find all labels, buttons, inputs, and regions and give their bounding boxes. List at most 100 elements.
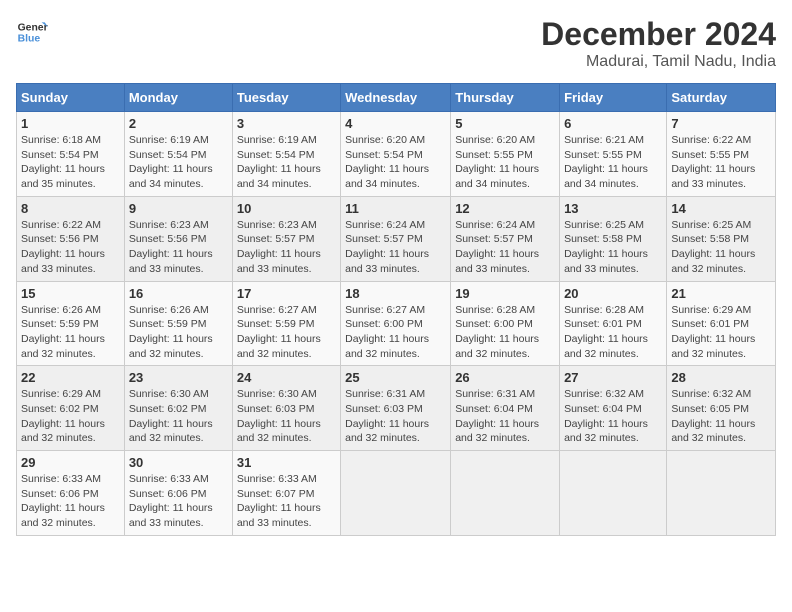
day-cell: 3 Sunrise: 6:19 AM Sunset: 5:54 PM Dayli… bbox=[232, 112, 340, 197]
svg-text:Blue: Blue bbox=[18, 34, 41, 45]
day-number: 3 bbox=[237, 116, 336, 131]
day-cell: 13 Sunrise: 6:25 AM Sunset: 5:58 PM Dayl… bbox=[560, 196, 667, 281]
day-number: 13 bbox=[564, 201, 662, 216]
day-cell: 6 Sunrise: 6:21 AM Sunset: 5:55 PM Dayli… bbox=[560, 112, 667, 197]
day-cell: 26 Sunrise: 6:31 AM Sunset: 6:04 PM Dayl… bbox=[451, 366, 560, 451]
week-row: 22 Sunrise: 6:29 AM Sunset: 6:02 PM Dayl… bbox=[17, 366, 776, 451]
week-row: 8 Sunrise: 6:22 AM Sunset: 5:56 PM Dayli… bbox=[17, 196, 776, 281]
svg-text:General: General bbox=[18, 22, 48, 33]
day-info: Sunrise: 6:18 AM Sunset: 5:54 PM Dayligh… bbox=[21, 134, 105, 190]
day-info: Sunrise: 6:32 AM Sunset: 6:04 PM Dayligh… bbox=[564, 388, 648, 444]
day-info: Sunrise: 6:31 AM Sunset: 6:04 PM Dayligh… bbox=[455, 388, 539, 444]
day-info: Sunrise: 6:19 AM Sunset: 5:54 PM Dayligh… bbox=[237, 134, 321, 190]
day-cell: 4 Sunrise: 6:20 AM Sunset: 5:54 PM Dayli… bbox=[341, 112, 451, 197]
day-cell bbox=[560, 451, 667, 536]
week-row: 15 Sunrise: 6:26 AM Sunset: 5:59 PM Dayl… bbox=[17, 281, 776, 366]
day-cell bbox=[667, 451, 776, 536]
day-cell: 10 Sunrise: 6:23 AM Sunset: 5:57 PM Dayl… bbox=[232, 196, 340, 281]
day-number: 29 bbox=[21, 455, 120, 470]
day-cell: 11 Sunrise: 6:24 AM Sunset: 5:57 PM Dayl… bbox=[341, 196, 451, 281]
day-number: 15 bbox=[21, 286, 120, 301]
day-info: Sunrise: 6:21 AM Sunset: 5:55 PM Dayligh… bbox=[564, 134, 648, 190]
day-cell: 29 Sunrise: 6:33 AM Sunset: 6:06 PM Dayl… bbox=[17, 451, 125, 536]
day-number: 14 bbox=[671, 201, 771, 216]
day-info: Sunrise: 6:24 AM Sunset: 5:57 PM Dayligh… bbox=[345, 219, 429, 275]
day-info: Sunrise: 6:25 AM Sunset: 5:58 PM Dayligh… bbox=[671, 219, 755, 275]
day-number: 27 bbox=[564, 370, 662, 385]
day-info: Sunrise: 6:23 AM Sunset: 5:56 PM Dayligh… bbox=[129, 219, 213, 275]
day-info: Sunrise: 6:26 AM Sunset: 5:59 PM Dayligh… bbox=[21, 304, 105, 360]
day-info: Sunrise: 6:20 AM Sunset: 5:54 PM Dayligh… bbox=[345, 134, 429, 190]
day-number: 28 bbox=[671, 370, 771, 385]
day-info: Sunrise: 6:28 AM Sunset: 6:01 PM Dayligh… bbox=[564, 304, 648, 360]
day-cell: 16 Sunrise: 6:26 AM Sunset: 5:59 PM Dayl… bbox=[124, 281, 232, 366]
day-info: Sunrise: 6:33 AM Sunset: 6:06 PM Dayligh… bbox=[21, 473, 105, 529]
day-number: 6 bbox=[564, 116, 662, 131]
day-info: Sunrise: 6:26 AM Sunset: 5:59 PM Dayligh… bbox=[129, 304, 213, 360]
week-row: 1 Sunrise: 6:18 AM Sunset: 5:54 PM Dayli… bbox=[17, 112, 776, 197]
day-cell: 20 Sunrise: 6:28 AM Sunset: 6:01 PM Dayl… bbox=[560, 281, 667, 366]
day-number: 17 bbox=[237, 286, 336, 301]
day-info: Sunrise: 6:30 AM Sunset: 6:03 PM Dayligh… bbox=[237, 388, 321, 444]
day-info: Sunrise: 6:20 AM Sunset: 5:55 PM Dayligh… bbox=[455, 134, 539, 190]
day-info: Sunrise: 6:22 AM Sunset: 5:55 PM Dayligh… bbox=[671, 134, 755, 190]
day-number: 25 bbox=[345, 370, 446, 385]
logo: General Blue bbox=[16, 16, 48, 48]
col-wednesday: Wednesday bbox=[341, 84, 451, 112]
day-cell: 22 Sunrise: 6:29 AM Sunset: 6:02 PM Dayl… bbox=[17, 366, 125, 451]
day-number: 7 bbox=[671, 116, 771, 131]
header: General Blue December 2024 Madurai, Tami… bbox=[16, 16, 776, 71]
day-info: Sunrise: 6:33 AM Sunset: 6:07 PM Dayligh… bbox=[237, 473, 321, 529]
day-cell bbox=[341, 451, 451, 536]
day-info: Sunrise: 6:27 AM Sunset: 5:59 PM Dayligh… bbox=[237, 304, 321, 360]
day-cell: 1 Sunrise: 6:18 AM Sunset: 5:54 PM Dayli… bbox=[17, 112, 125, 197]
day-info: Sunrise: 6:30 AM Sunset: 6:02 PM Dayligh… bbox=[129, 388, 213, 444]
header-row: Sunday Monday Tuesday Wednesday Thursday… bbox=[17, 84, 776, 112]
day-cell: 23 Sunrise: 6:30 AM Sunset: 6:02 PM Dayl… bbox=[124, 366, 232, 451]
col-tuesday: Tuesday bbox=[232, 84, 340, 112]
day-cell: 17 Sunrise: 6:27 AM Sunset: 5:59 PM Dayl… bbox=[232, 281, 340, 366]
day-number: 2 bbox=[129, 116, 228, 131]
day-cell: 2 Sunrise: 6:19 AM Sunset: 5:54 PM Dayli… bbox=[124, 112, 232, 197]
day-cell: 12 Sunrise: 6:24 AM Sunset: 5:57 PM Dayl… bbox=[451, 196, 560, 281]
day-info: Sunrise: 6:29 AM Sunset: 6:02 PM Dayligh… bbox=[21, 388, 105, 444]
col-thursday: Thursday bbox=[451, 84, 560, 112]
calendar-table: Sunday Monday Tuesday Wednesday Thursday… bbox=[16, 83, 776, 536]
day-cell: 25 Sunrise: 6:31 AM Sunset: 6:03 PM Dayl… bbox=[341, 366, 451, 451]
col-sunday: Sunday bbox=[17, 84, 125, 112]
day-cell: 30 Sunrise: 6:33 AM Sunset: 6:06 PM Dayl… bbox=[124, 451, 232, 536]
day-cell: 14 Sunrise: 6:25 AM Sunset: 5:58 PM Dayl… bbox=[667, 196, 776, 281]
day-number: 1 bbox=[21, 116, 120, 131]
day-info: Sunrise: 6:31 AM Sunset: 6:03 PM Dayligh… bbox=[345, 388, 429, 444]
col-monday: Monday bbox=[124, 84, 232, 112]
day-cell: 27 Sunrise: 6:32 AM Sunset: 6:04 PM Dayl… bbox=[560, 366, 667, 451]
day-number: 11 bbox=[345, 201, 446, 216]
day-info: Sunrise: 6:25 AM Sunset: 5:58 PM Dayligh… bbox=[564, 219, 648, 275]
month-title: December 2024 bbox=[541, 16, 776, 53]
day-number: 22 bbox=[21, 370, 120, 385]
day-info: Sunrise: 6:22 AM Sunset: 5:56 PM Dayligh… bbox=[21, 219, 105, 275]
day-info: Sunrise: 6:23 AM Sunset: 5:57 PM Dayligh… bbox=[237, 219, 321, 275]
day-cell: 9 Sunrise: 6:23 AM Sunset: 5:56 PM Dayli… bbox=[124, 196, 232, 281]
col-saturday: Saturday bbox=[667, 84, 776, 112]
col-friday: Friday bbox=[560, 84, 667, 112]
day-cell: 19 Sunrise: 6:28 AM Sunset: 6:00 PM Dayl… bbox=[451, 281, 560, 366]
day-number: 8 bbox=[21, 201, 120, 216]
day-cell: 18 Sunrise: 6:27 AM Sunset: 6:00 PM Dayl… bbox=[341, 281, 451, 366]
day-info: Sunrise: 6:32 AM Sunset: 6:05 PM Dayligh… bbox=[671, 388, 755, 444]
day-number: 10 bbox=[237, 201, 336, 216]
day-cell bbox=[451, 451, 560, 536]
day-cell: 15 Sunrise: 6:26 AM Sunset: 5:59 PM Dayl… bbox=[17, 281, 125, 366]
day-number: 21 bbox=[671, 286, 771, 301]
day-info: Sunrise: 6:24 AM Sunset: 5:57 PM Dayligh… bbox=[455, 219, 539, 275]
day-number: 23 bbox=[129, 370, 228, 385]
day-cell: 28 Sunrise: 6:32 AM Sunset: 6:05 PM Dayl… bbox=[667, 366, 776, 451]
day-number: 12 bbox=[455, 201, 555, 216]
week-row: 29 Sunrise: 6:33 AM Sunset: 6:06 PM Dayl… bbox=[17, 451, 776, 536]
day-number: 4 bbox=[345, 116, 446, 131]
day-cell: 21 Sunrise: 6:29 AM Sunset: 6:01 PM Dayl… bbox=[667, 281, 776, 366]
day-info: Sunrise: 6:28 AM Sunset: 6:00 PM Dayligh… bbox=[455, 304, 539, 360]
day-info: Sunrise: 6:33 AM Sunset: 6:06 PM Dayligh… bbox=[129, 473, 213, 529]
day-number: 18 bbox=[345, 286, 446, 301]
day-number: 9 bbox=[129, 201, 228, 216]
